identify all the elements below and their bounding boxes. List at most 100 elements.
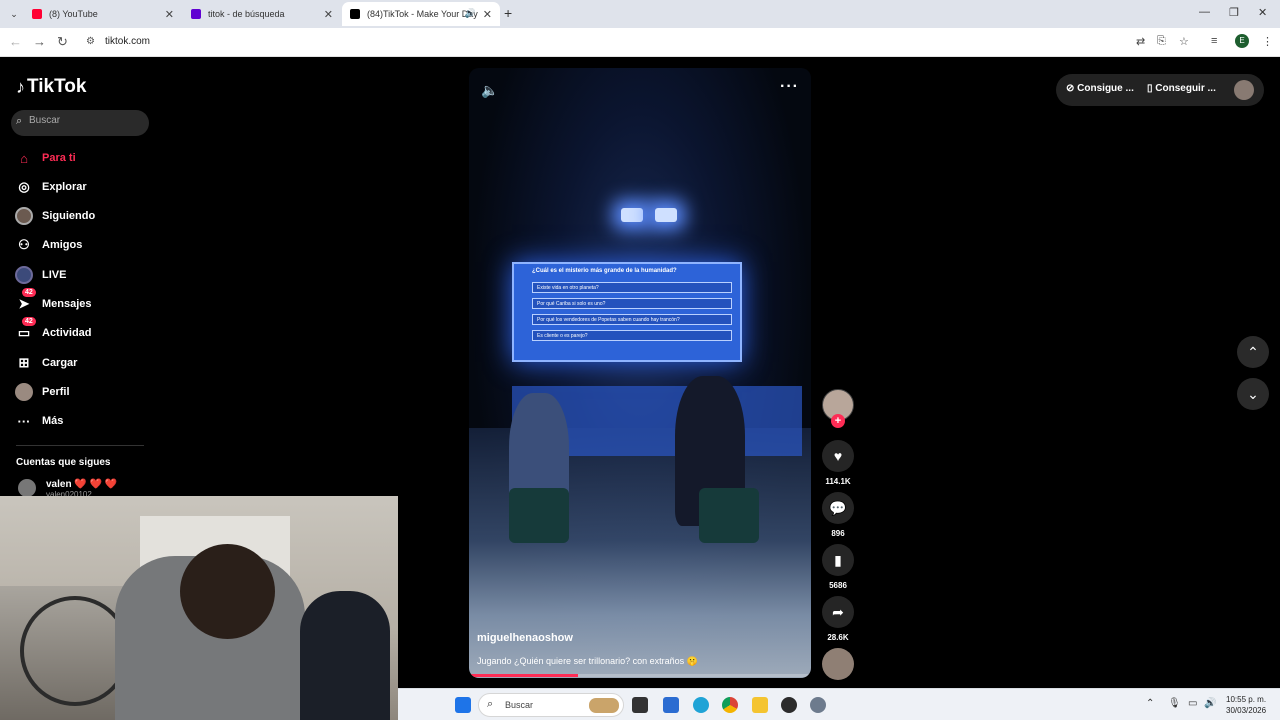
comment-count: 896 xyxy=(831,529,845,538)
user-avatar[interactable] xyxy=(1234,80,1254,100)
sidebar-item-mas[interactable]: ··· Más xyxy=(14,410,64,432)
tab-search[interactable]: titok - de búsqueda ✕ xyxy=(183,2,341,26)
like-action[interactable]: ♥ 114.1K xyxy=(822,440,854,486)
share-action[interactable]: ➦ 28.6K xyxy=(822,596,854,642)
video-progress-fill xyxy=(469,674,579,677)
get-app-button[interactable]: ▯ Conseguir ... xyxy=(1147,83,1216,94)
live-icon xyxy=(14,265,34,285)
taskbar-search-label: Buscar xyxy=(505,700,534,710)
forward-icon[interactable]: → xyxy=(33,34,46,49)
sidebar-item-label: LIVE xyxy=(42,269,67,281)
sidebar-item-para-ti[interactable]: ⌂ Para ti xyxy=(14,147,76,169)
store-icon[interactable] xyxy=(663,697,679,713)
tab-tiktok[interactable]: (84)TikTok - Make Your Day 🔊 ✕ xyxy=(342,2,500,26)
tab-youtube[interactable]: (8) YouTube ✕ xyxy=(24,2,182,26)
sidebar-item-label: Más xyxy=(42,415,64,427)
close-window-icon[interactable]: ✕ xyxy=(1258,6,1267,19)
sidebar-item-explorar[interactable]: ◎ Explorar xyxy=(14,176,86,198)
audio-playing-icon[interactable]: 🔊 xyxy=(465,8,476,19)
tab-search-icon[interactable]: ⌄ xyxy=(6,6,22,22)
taskbar-search[interactable]: ⌕ Buscar xyxy=(478,693,624,717)
bookmark-icon[interactable]: ▮ xyxy=(822,544,854,576)
back-icon[interactable]: ← xyxy=(9,34,22,49)
tray-chevron-up-icon[interactable]: ⌃ xyxy=(1146,698,1154,709)
reload-icon[interactable]: ↻ xyxy=(57,34,68,50)
microphone-icon[interactable]: 🎙 xyxy=(1168,698,1181,709)
more-options-icon[interactable]: ··· xyxy=(780,78,799,96)
tab-title: titok - de búsqueda xyxy=(208,9,285,19)
search-highlight-icon xyxy=(589,698,619,713)
stage-lights xyxy=(619,208,679,226)
sidebar-divider xyxy=(16,445,144,446)
save-count: 5686 xyxy=(829,581,847,590)
comment-action[interactable]: 💬 896 xyxy=(822,492,854,538)
minimize-icon[interactable]: — xyxy=(1199,6,1210,18)
sidebar-item-siguiendo[interactable]: Siguiendo xyxy=(14,205,95,227)
youtube-favicon-icon xyxy=(32,9,42,19)
address-bar[interactable]: ⚙ tiktok.com xyxy=(80,31,1200,54)
chevron-down-icon: ⌄ xyxy=(1247,385,1259,402)
next-video-button[interactable]: ⌄ xyxy=(1237,378,1269,410)
new-tab-button[interactable]: + xyxy=(504,5,512,21)
music-disc-avatar[interactable] xyxy=(822,648,854,680)
profile-avatar[interactable]: E xyxy=(1235,34,1249,48)
search-input[interactable] xyxy=(29,115,139,126)
task-view-icon[interactable] xyxy=(632,697,648,713)
comment-icon[interactable]: 💬 xyxy=(822,492,854,524)
file-explorer-icon[interactable] xyxy=(752,697,768,713)
restore-icon[interactable]: ❐ xyxy=(1229,6,1239,19)
app-icon[interactable] xyxy=(781,697,797,713)
sidebar-item-label: Mensajes xyxy=(42,298,92,310)
sidebar-item-cargar[interactable]: ⊞ Cargar xyxy=(14,352,78,374)
get-coins-label: Consigue ... xyxy=(1077,83,1134,94)
like-count: 114.1K xyxy=(825,477,851,486)
messages-badge: 42 xyxy=(22,288,36,297)
sidebar-item-perfil[interactable]: Perfil xyxy=(14,381,70,403)
bicycle-wheel xyxy=(20,596,130,706)
close-tab-icon[interactable]: ✕ xyxy=(165,8,174,21)
sidebar-item-actividad[interactable]: ▭ 42 Actividad xyxy=(14,317,92,344)
menu-kebab-icon[interactable]: ⋮ xyxy=(1262,35,1273,48)
save-action[interactable]: ▮ 5686 xyxy=(822,544,854,590)
settings-gear-icon[interactable] xyxy=(810,697,826,713)
speaker-icon[interactable]: 🔊 xyxy=(1204,698,1216,709)
messages-icon: ➤ 42 xyxy=(14,288,36,314)
network-icon[interactable]: ▭ xyxy=(1188,698,1197,709)
volume-icon[interactable]: 🔈 xyxy=(481,82,498,99)
chevron-up-icon: ⌃ xyxy=(1247,343,1259,360)
search-icon: ⌕ xyxy=(487,698,494,710)
person-head xyxy=(180,544,275,639)
sidebar-item-live[interactable]: LIVE xyxy=(14,264,66,286)
share-icon[interactable]: ➦ xyxy=(822,596,854,628)
sidebar-item-mensajes[interactable]: ➤ 42 Mensajes xyxy=(14,288,92,315)
browser-tab-strip: ⌄ (8) YouTube ✕ titok - de búsqueda ✕ (8… xyxy=(0,0,1280,28)
windows-start-icon[interactable] xyxy=(455,697,471,713)
close-tab-icon[interactable]: ✕ xyxy=(324,8,333,21)
sidebar-item-amigos[interactable]: ⚇ Amigos xyxy=(14,234,82,256)
quiz-question: ¿Cuál es el misterio más grande de la hu… xyxy=(532,268,677,274)
previous-video-button[interactable]: ⌃ xyxy=(1237,336,1269,368)
media-controls-icon[interactable]: ≡ xyxy=(1211,35,1217,47)
upload-icon: ⊞ xyxy=(18,355,30,370)
search-box[interactable]: ⌕ xyxy=(11,110,149,136)
chair xyxy=(509,488,569,543)
tab-title: (84)TikTok - Make Your Day xyxy=(367,9,478,19)
video-progress-bar[interactable] xyxy=(469,674,811,677)
translate-icon[interactable]: ⇄ xyxy=(1136,35,1145,48)
get-coins-button[interactable]: ⊘ Consigue ... xyxy=(1066,83,1134,94)
video-author[interactable]: miguelhenaoshow xyxy=(477,632,573,644)
tiktok-favicon-icon xyxy=(350,9,360,19)
site-info-icon[interactable]: ⚙ xyxy=(86,36,95,47)
edge-icon[interactable] xyxy=(693,697,709,713)
chrome-icon[interactable] xyxy=(722,697,738,713)
webcam-overlay xyxy=(0,496,398,720)
taskbar-clock[interactable]: 10:55 p. m. 30/03/2026 xyxy=(1226,694,1266,716)
bookmark-star-icon[interactable]: ☆ xyxy=(1179,35,1189,48)
heart-icon[interactable]: ♥ xyxy=(822,440,854,472)
tiktok-logo[interactable]: ♪ TikTok xyxy=(16,76,86,98)
quiz-option: Por qué Cariba si solo es uno? xyxy=(532,298,732,309)
video-player[interactable]: ¿Cuál es el misterio más grande de la hu… xyxy=(469,68,811,678)
follow-plus-button[interactable]: + xyxy=(831,414,845,428)
close-tab-icon[interactable]: ✕ xyxy=(483,8,492,21)
install-app-icon[interactable]: ⎘ xyxy=(1157,35,1166,48)
